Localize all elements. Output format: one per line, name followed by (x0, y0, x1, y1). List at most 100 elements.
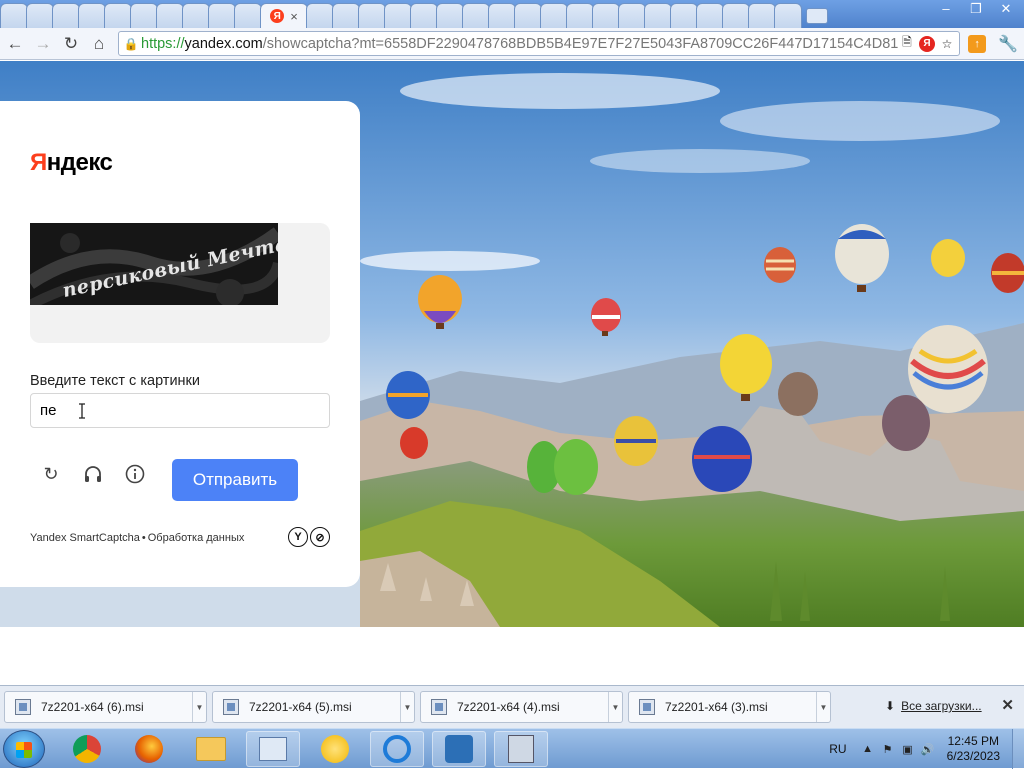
tab-inactive[interactable] (306, 3, 334, 28)
download-menu-chevron-icon[interactable]: ▼ (608, 692, 622, 722)
tab-inactive[interactable] (104, 3, 132, 28)
tab-inactive[interactable] (208, 3, 236, 28)
all-downloads-link[interactable]: ⬇ Все загрузки... (885, 699, 982, 713)
tab-inactive[interactable] (514, 3, 542, 28)
tab-inactive[interactable] (748, 3, 776, 28)
toolbar-right: ↑ 🔧 (968, 34, 1018, 54)
taskbar-explorer[interactable] (184, 731, 238, 767)
tab-inactive[interactable] (156, 3, 184, 28)
smartcaptcha-brand-link[interactable]: Yandex SmartCaptcha (30, 532, 140, 544)
tab-inactive[interactable] (644, 3, 672, 28)
download-item[interactable]: 7z2201-x64 (4).msi ▼ (420, 691, 623, 723)
tab-inactive[interactable] (462, 3, 490, 28)
tab-inactive[interactable] (0, 3, 28, 28)
tab-inactive[interactable] (540, 3, 568, 28)
download-menu-chevron-icon[interactable]: ▼ (400, 692, 414, 722)
back-button[interactable]: ← (2, 31, 28, 57)
tab-inactive[interactable] (332, 3, 360, 28)
tab-inactive[interactable] (722, 3, 750, 28)
close-window-button[interactable]: ✕ (992, 0, 1020, 18)
tab-inactive[interactable] (774, 3, 802, 28)
wrench-menu-icon[interactable]: 🔧 (998, 34, 1018, 54)
download-menu-chevron-icon[interactable]: ▼ (816, 692, 830, 722)
bookmark-star-icon[interactable]: ☆ (939, 36, 955, 52)
taskbar-control-panel[interactable] (246, 731, 300, 767)
yandex-extension-icon[interactable]: Я (919, 35, 935, 52)
start-button[interactable] (3, 730, 45, 768)
yandex-y-badge-icon[interactable]: Y (288, 527, 308, 547)
tab-inactive[interactable] (436, 3, 464, 28)
msi-file-icon (431, 699, 447, 715)
minimize-button[interactable]: – (932, 0, 960, 18)
show-hidden-icons-icon[interactable]: ▲ (861, 742, 875, 756)
tab-inactive[interactable] (130, 3, 158, 28)
tab-inactive[interactable] (52, 3, 80, 28)
close-shelf-icon[interactable]: ✕ (1001, 696, 1014, 714)
language-indicator[interactable]: RU (829, 742, 846, 756)
download-menu-chevron-icon[interactable]: ▼ (192, 692, 206, 722)
taskbar-internet-explorer[interactable] (370, 731, 424, 767)
tab-inactive[interactable] (182, 3, 210, 28)
taskbar-chrome[interactable] (60, 731, 114, 767)
tab-active[interactable]: Я × (260, 3, 308, 28)
captcha-image-container: персиковый Мечтает (30, 223, 330, 343)
tab-inactive[interactable] (410, 3, 438, 28)
restore-button[interactable]: ❐ (962, 0, 990, 18)
data-processing-link[interactable]: Обработка данных (148, 532, 245, 544)
download-item[interactable]: 7z2201-x64 (3).msi ▼ (628, 691, 831, 723)
taskbar-installer[interactable] (494, 731, 548, 767)
show-desktop-button[interactable] (1012, 729, 1024, 769)
tab-inactive[interactable] (592, 3, 620, 28)
yandex-favicon-icon: Я (270, 9, 285, 23)
installer-icon (508, 735, 534, 763)
extension-icon[interactable]: ↑ (968, 35, 987, 53)
privacy-badge-icon[interactable]: ⊘ (310, 527, 330, 547)
page-icon[interactable]: 🗎 (899, 35, 915, 52)
msi-file-icon (15, 699, 31, 715)
submit-button[interactable]: Отправить (172, 459, 298, 501)
address-bar[interactable]: 🔒 https://yandex.com/showcaptcha?mt=6558… (118, 31, 960, 56)
taskbar-firefox[interactable] (122, 731, 176, 767)
volume-icon[interactable]: 🔊 (921, 742, 935, 756)
tab-inactive[interactable] (358, 3, 386, 28)
audio-captcha-icon[interactable] (82, 463, 104, 485)
lock-icon[interactable]: 🔒 (121, 37, 141, 51)
tab-inactive[interactable] (78, 3, 106, 28)
download-item[interactable]: 7z2201-x64 (6).msi ▼ (4, 691, 207, 723)
taskbar-ftp-client[interactable] (432, 731, 486, 767)
info-icon[interactable] (124, 463, 146, 485)
refresh-captcha-icon[interactable]: ↻ (40, 463, 62, 485)
sun-app-icon (321, 735, 349, 763)
control-panel-icon (259, 737, 287, 761)
clock[interactable]: 12:45 PM 6/23/2023 (947, 734, 1000, 764)
firefox-icon (135, 735, 163, 763)
taskbar-sun-app[interactable] (308, 731, 362, 767)
tab-close-icon[interactable]: × (290, 9, 298, 24)
tab-inactive[interactable] (26, 3, 54, 28)
url-path: /showcaptcha?mt=6558DF2290478768BDB5B4E9… (262, 35, 899, 52)
url-scheme: https:// (141, 35, 185, 52)
home-button[interactable]: ⌂ (86, 31, 112, 57)
tab-inactive[interactable] (670, 3, 698, 28)
tab-inactive[interactable] (384, 3, 412, 28)
tab-inactive[interactable] (618, 3, 646, 28)
download-filename: 7z2201-x64 (6).msi (41, 700, 144, 714)
tab-inactive[interactable] (234, 3, 262, 28)
download-filename: 7z2201-x64 (4).msi (457, 700, 560, 714)
tab-inactive[interactable] (566, 3, 594, 28)
captcha-answer-input[interactable] (30, 393, 330, 428)
action-center-flag-icon[interactable]: ⚑ (881, 742, 895, 756)
tab-inactive[interactable] (696, 3, 724, 28)
forward-button[interactable]: → (30, 31, 56, 57)
download-shelf: 7z2201-x64 (6).msi ▼ 7z2201-x64 (5).msi … (0, 685, 1024, 728)
new-tab-button[interactable] (806, 8, 828, 24)
reload-button[interactable]: ↻ (58, 31, 84, 57)
tab-inactive[interactable] (488, 3, 516, 28)
captcha-image: персиковый Мечтает (30, 223, 278, 305)
download-item[interactable]: 7z2201-x64 (5).msi ▼ (212, 691, 415, 723)
url-text[interactable]: https://yandex.com/showcaptcha?mt=6558DF… (141, 36, 899, 52)
page-viewport: Яндекс персиковый Мечтает Введите текст … (0, 61, 1024, 685)
captcha-input-label: Введите текст с картинки (30, 373, 200, 389)
tab-list: Я × (0, 3, 828, 28)
network-icon[interactable]: ▣ (901, 742, 915, 756)
